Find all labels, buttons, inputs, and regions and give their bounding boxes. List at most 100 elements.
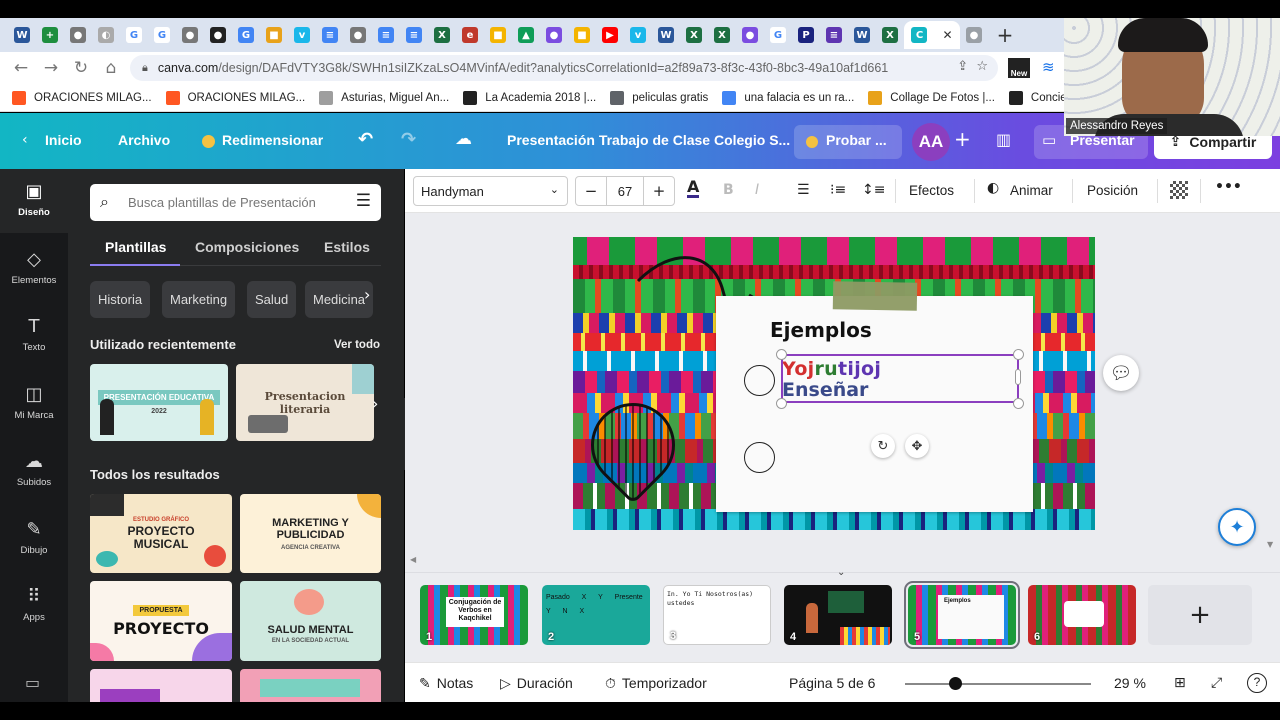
- tab-compositions[interactable]: Composiciones: [195, 239, 299, 255]
- rail-item-dibujo[interactable]: ✎ Dibujo: [0, 507, 68, 571]
- font-size-stepper[interactable]: − 67 +: [575, 176, 675, 206]
- browser-tab[interactable]: W: [848, 21, 876, 49]
- chip-salud[interactable]: Salud: [247, 281, 297, 318]
- page-thumb-4[interactable]: 4: [784, 585, 892, 645]
- browser-tab[interactable]: ●: [736, 21, 764, 49]
- chevron-down-icon[interactable]: ⌄: [837, 567, 845, 578]
- tab-templates[interactable]: Plantillas: [105, 239, 166, 255]
- list-icon[interactable]: ⁝≡: [830, 182, 846, 198]
- site-info-icon[interactable]: 🔒︎: [142, 61, 148, 75]
- page-thumb-2[interactable]: Pasado X Y Presente Y N X 2: [542, 585, 650, 645]
- browser-tab[interactable]: ●: [540, 21, 568, 49]
- font-size-value[interactable]: 67: [606, 176, 644, 206]
- chip-marketing[interactable]: Marketing: [162, 281, 236, 318]
- magic-assistant-icon[interactable]: ✦: [1218, 508, 1256, 546]
- bookmark-item[interactable]: Collage De Fotos |...: [868, 90, 995, 105]
- browser-tab[interactable]: ■: [260, 21, 288, 49]
- reload-icon[interactable]: ↻: [66, 58, 96, 78]
- scroll-left-icon[interactable]: ◀: [410, 555, 416, 564]
- resize-handle[interactable]: [1013, 398, 1024, 409]
- browser-tab[interactable]: ◐: [92, 21, 120, 49]
- recent-template-1[interactable]: PRESENTACIÓN EDUCATIVA 2022: [90, 364, 228, 441]
- timer-button[interactable]: ⏱ Temporizador: [605, 675, 707, 692]
- browser-tab[interactable]: W: [652, 21, 680, 49]
- insights-chart-icon[interactable]: ▥: [996, 130, 1011, 149]
- grid-view-icon[interactable]: ⊞: [1174, 675, 1186, 691]
- bookmark-item[interactable]: ORACIONES MILAG...: [165, 90, 305, 105]
- add-page-button[interactable]: +: [1148, 585, 1252, 645]
- bullet-circle[interactable]: [744, 442, 775, 473]
- undo-icon[interactable]: ↶: [358, 129, 373, 150]
- back-arrow-icon[interactable]: ←: [6, 58, 36, 78]
- resize-handle[interactable]: [1013, 349, 1024, 360]
- browser-tab[interactable]: ▲: [512, 21, 540, 49]
- browser-tab[interactable]: +: [36, 21, 64, 49]
- scroll-down-icon[interactable]: ▼: [1267, 540, 1273, 549]
- result-template-2[interactable]: MARKETING Y PUBLICIDAD AGENCIA CREATIVA: [240, 494, 381, 573]
- chevron-right-icon[interactable]: ›: [364, 285, 370, 304]
- filter-icon[interactable]: ☰: [356, 191, 371, 211]
- browser-tab[interactable]: G: [120, 21, 148, 49]
- rail-item-subidos[interactable]: ☁ Subidos: [0, 439, 68, 503]
- search-input[interactable]: ⌕ Busca plantillas de Presentación ☰: [90, 184, 381, 221]
- browser-tab[interactable]: X: [428, 21, 456, 49]
- browser-tab[interactable]: v: [624, 21, 652, 49]
- text-selection-box[interactable]: [781, 354, 1019, 403]
- rail-item-mi-marca[interactable]: ◫ Mi Marca: [0, 372, 68, 436]
- page-thumb-1[interactable]: Conjugación de Verbos en Kaqchikel 1: [420, 585, 528, 645]
- new-tab-icon[interactable]: +: [992, 22, 1018, 48]
- spacing-icon[interactable]: ↕≡: [862, 182, 885, 198]
- add-collaborator-icon[interactable]: +: [954, 127, 971, 151]
- browser-tab[interactable]: ●: [176, 21, 204, 49]
- browser-tab-active[interactable]: C ✕: [904, 21, 960, 49]
- redo-icon[interactable]: ↷: [401, 129, 416, 150]
- result-template-3[interactable]: PROPUESTA PROYECTO: [90, 581, 232, 661]
- bookmark-item[interactable]: La Academia 2018 |...: [463, 90, 596, 105]
- zoom-slider-track[interactable]: [905, 683, 1091, 685]
- resize-handle[interactable]: [776, 398, 787, 409]
- chevron-right-icon[interactable]: ›: [372, 394, 378, 413]
- position-button[interactable]: Posición: [1087, 183, 1138, 198]
- rail-item-elementos[interactable]: ◇ Elementos: [0, 237, 68, 301]
- move-icon[interactable]: ✥: [905, 434, 929, 458]
- browser-tab[interactable]: G: [232, 21, 260, 49]
- avatar[interactable]: AA: [912, 123, 950, 161]
- align-left-icon[interactable]: ☰: [797, 182, 810, 198]
- fullscreen-icon[interactable]: ⤢: [1211, 675, 1222, 691]
- browser-tab[interactable]: ●: [64, 21, 92, 49]
- rail-item-texto[interactable]: T Texto: [0, 304, 68, 368]
- browser-tab[interactable]: ●: [960, 21, 988, 49]
- slide-title[interactable]: Ejemplos: [770, 318, 872, 342]
- decrease-size-button[interactable]: −: [576, 182, 606, 200]
- browser-tab[interactable]: ▶: [596, 21, 624, 49]
- home-link[interactable]: Inicio: [45, 132, 82, 148]
- browser-tab[interactable]: X: [876, 21, 904, 49]
- cloud-save-icon[interactable]: ☁: [455, 129, 472, 149]
- browser-tab[interactable]: e: [456, 21, 484, 49]
- new-badge[interactable]: New: [1008, 58, 1030, 78]
- see-all-link[interactable]: Ver todo: [334, 339, 380, 351]
- bookmark-item[interactable]: Asturias, Miguel An...: [319, 90, 449, 105]
- result-template-1[interactable]: ESTUDIO GRÁFICO PROYECTO MUSICAL: [90, 494, 232, 573]
- bookmark-item[interactable]: ORACIONES MILAG...: [12, 90, 152, 105]
- page-thumb-5-selected[interactable]: Ejemplos 5: [904, 581, 1020, 649]
- chip-historia[interactable]: Historia: [90, 281, 151, 318]
- page-indicator[interactable]: Página 5 de 6: [789, 675, 875, 691]
- side-resize-handle[interactable]: [1015, 369, 1021, 385]
- extension-icon[interactable]: ≋: [1042, 58, 1055, 76]
- text-color-icon[interactable]: A: [687, 179, 700, 198]
- animate-button[interactable]: Animar: [1010, 183, 1053, 198]
- browser-tab[interactable]: v: [288, 21, 316, 49]
- effects-button[interactable]: Efectos: [909, 183, 954, 198]
- close-tab-icon[interactable]: ✕: [942, 28, 952, 42]
- forward-arrow-icon[interactable]: →: [36, 58, 66, 78]
- result-template-4[interactable]: SALUD MENTAL EN LA SOCIEDAD ACTUAL: [240, 581, 381, 661]
- transparency-icon[interactable]: [1170, 181, 1188, 199]
- rail-item-diseño[interactable]: ▣ Diseño: [0, 169, 68, 233]
- rail-item-apps[interactable]: ⠿ Apps: [0, 574, 68, 638]
- zoom-value[interactable]: 29 %: [1114, 675, 1146, 691]
- browser-tab[interactable]: ≡: [820, 21, 848, 49]
- comment-icon[interactable]: 💬︎: [1103, 355, 1139, 391]
- bookmark-item[interactable]: una falacia es un ra...: [722, 90, 854, 105]
- rotate-icon[interactable]: ↻: [871, 434, 895, 458]
